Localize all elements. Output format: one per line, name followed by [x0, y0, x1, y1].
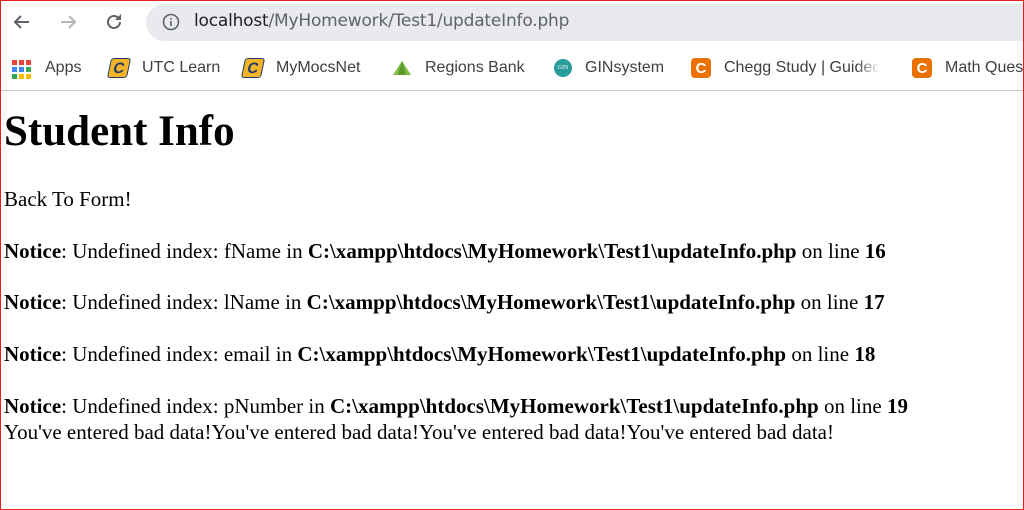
bookmark-utc-learn[interactable]: C UTC Learn: [106, 56, 221, 80]
bookmark-regions-bank[interactable]: Regions Bank: [392, 56, 525, 80]
reload-button[interactable]: [100, 8, 128, 36]
notice-on-line: on line: [786, 342, 855, 366]
url-host: localhost: [194, 11, 269, 31]
address-bar[interactable]: localhost/MyHomework/Test1/updateInfo.ph…: [146, 4, 1024, 41]
notice-message: : Undefined index: email in: [61, 342, 298, 366]
notice-on-line: on line: [796, 239, 865, 263]
reload-icon: [107, 14, 121, 29]
utc-c-icon: C: [240, 58, 266, 78]
php-notice: Notice: Undefined index: email in C:\xam…: [4, 342, 875, 366]
notice-on-line: on line: [818, 394, 887, 418]
info-icon[interactable]: [162, 13, 180, 31]
arrow-right-icon: [61, 15, 77, 29]
notice-label: Notice: [4, 394, 62, 418]
bookmark-apps[interactable]: Apps: [12, 56, 81, 80]
bookmark-label: Chegg Study | Guidec: [724, 59, 881, 76]
bookmark-math-questions[interactable]: C Math Ques: [912, 56, 1023, 80]
notice-path: C:\xampp\htdocs\MyHomework\Test1\updateI…: [306, 290, 796, 314]
regions-triangle-icon: [392, 58, 412, 78]
bookmark-label: GINsystem: [585, 59, 665, 76]
bookmarks-bar: Apps C UTC Learn C MyMocsNet Regions Ban…: [0, 46, 1024, 91]
notice-line-number: 17: [863, 290, 885, 314]
notice-message: : Undefined index: pNumber in: [61, 394, 330, 418]
url-path: /MyHomework/Test1/updateInfo.php: [268, 11, 570, 31]
back-button[interactable]: [8, 8, 36, 36]
forward-button[interactable]: [54, 8, 82, 36]
php-notice: Notice: Undefined index: pNumber in C:\x…: [4, 394, 908, 418]
notice-label: Notice: [4, 239, 62, 263]
bad-data-message: You've entered bad data!You've entered b…: [4, 420, 834, 444]
notice-path: C:\xampp\htdocs\MyHomework\Test1\updateI…: [307, 239, 797, 263]
bookmark-label: Apps: [45, 59, 82, 76]
browser-toolbar: localhost/MyHomework/Test1/updateInfo.ph…: [0, 0, 1024, 46]
back-to-form-link[interactable]: Back To Form!: [4, 187, 132, 211]
notice-path: C:\xampp\htdocs\MyHomework\Test1\updateI…: [330, 394, 819, 418]
apps-grid-icon: [12, 58, 32, 79]
arrow-left-icon: [13, 15, 29, 29]
bookmark-ginsystem[interactable]: GIN GINsystem: [554, 56, 664, 80]
notice-line-number: 19: [886, 394, 908, 418]
notice-line-number: 16: [864, 239, 886, 263]
php-notice: Notice: Undefined index: fName in C:\xam…: [4, 239, 886, 263]
notice-label: Notice: [4, 290, 62, 314]
page-title: Student Info: [4, 108, 235, 155]
gin-icon: GIN: [554, 59, 572, 77]
bookmark-mymocsnet[interactable]: C MyMocsNet: [240, 56, 361, 80]
url-text[interactable]: localhost/MyHomework/Test1/updateInfo.ph…: [194, 11, 569, 31]
notice-label: Notice: [4, 342, 62, 366]
bookmark-label: MyMocsNet: [276, 59, 361, 76]
php-notice: Notice: Undefined index: lName in C:\xam…: [4, 290, 885, 314]
notice-line-number: 18: [854, 342, 876, 366]
bookmark-label: Math Ques: [945, 59, 1024, 76]
bookmark-label: Regions Bank: [425, 59, 525, 76]
notice-on-line: on line: [795, 290, 864, 314]
chegg-c-icon: C: [912, 58, 932, 78]
chegg-c-icon: C: [691, 58, 711, 78]
notice-message: : Undefined index: fName in: [61, 239, 308, 263]
notice-path: C:\xampp\htdocs\MyHomework\Test1\updateI…: [297, 342, 787, 366]
bookmark-label: UTC Learn: [142, 59, 221, 76]
notice-message: : Undefined index: lName in: [61, 290, 307, 314]
utc-c-icon: C: [106, 58, 132, 78]
bookmark-chegg-study[interactable]: C Chegg Study | Guidec: [691, 56, 880, 80]
